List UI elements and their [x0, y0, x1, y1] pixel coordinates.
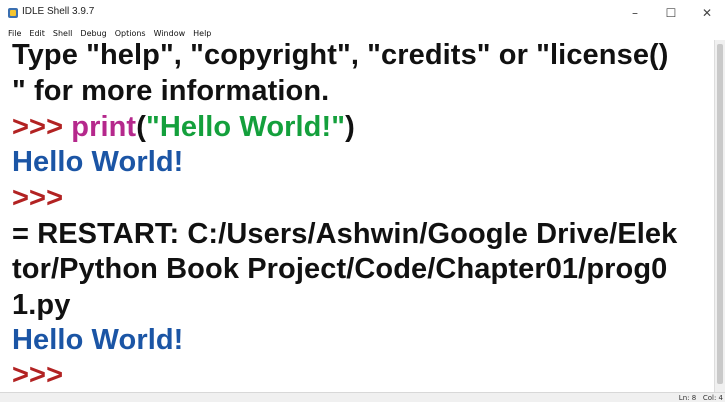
string-literal: "Hello World!" — [145, 111, 346, 143]
title-bar[interactable]: IDLE Shell 3.9.7 – ☐ ✕ — [0, 0, 725, 26]
shell-prompt-3[interactable]: >>> — [12, 360, 63, 390]
shell-restart-line-2: tor/Python Book Project/Code/Chapter01/p… — [12, 253, 668, 285]
menu-bar: File Edit Shell Debug Options Window Hel… — [0, 26, 725, 40]
shell-line-banner-1: Type "help", "copyright", "credits" or "… — [12, 40, 669, 71]
minimize-button[interactable]: – — [617, 0, 653, 26]
builtin-print: print — [71, 111, 137, 143]
menu-shell[interactable]: Shell — [53, 29, 73, 38]
idle-app-icon — [8, 8, 18, 18]
shell-line-print-command: >>> print("Hello World!") — [12, 112, 355, 142]
shell-restart-line-3: 1.py — [12, 289, 71, 321]
open-paren: ( — [136, 111, 146, 143]
menu-file[interactable]: File — [8, 29, 21, 38]
status-bar: Ln: 8 Col: 4 — [0, 392, 725, 402]
shell-output-2: Hello World! — [12, 324, 184, 356]
close-button[interactable]: ✕ — [689, 0, 725, 26]
close-icon: ✕ — [701, 6, 713, 20]
shell-restart-line-1: = RESTART: C:/Users/Ashwin/Google Drive/… — [12, 218, 678, 250]
shell-text-area[interactable]: Type "help", "copyright", "credits" or "… — [0, 40, 714, 392]
maximize-button[interactable]: ☐ — [653, 0, 689, 26]
menu-options[interactable]: Options — [115, 29, 146, 38]
menu-edit[interactable]: Edit — [29, 29, 45, 38]
shell-prompt: >>> — [12, 111, 72, 143]
close-paren: ) — [345, 111, 355, 143]
menu-window[interactable]: Window — [154, 29, 186, 38]
minimize-icon: – — [632, 6, 638, 20]
cursor-position: Ln: 8 Col: 4 — [678, 394, 723, 402]
maximize-icon: ☐ — [665, 6, 677, 20]
scrollbar-thumb[interactable] — [717, 44, 723, 384]
vertical-scrollbar[interactable] — [714, 40, 725, 392]
shell-line-banner-2: " for more information. — [12, 75, 330, 107]
window-title: IDLE Shell 3.9.7 — [22, 6, 95, 17]
menu-debug[interactable]: Debug — [80, 29, 106, 38]
menu-help[interactable]: Help — [193, 29, 211, 38]
shell-output-1: Hello World! — [12, 146, 184, 178]
shell-prompt-2: >>> — [12, 182, 64, 214]
